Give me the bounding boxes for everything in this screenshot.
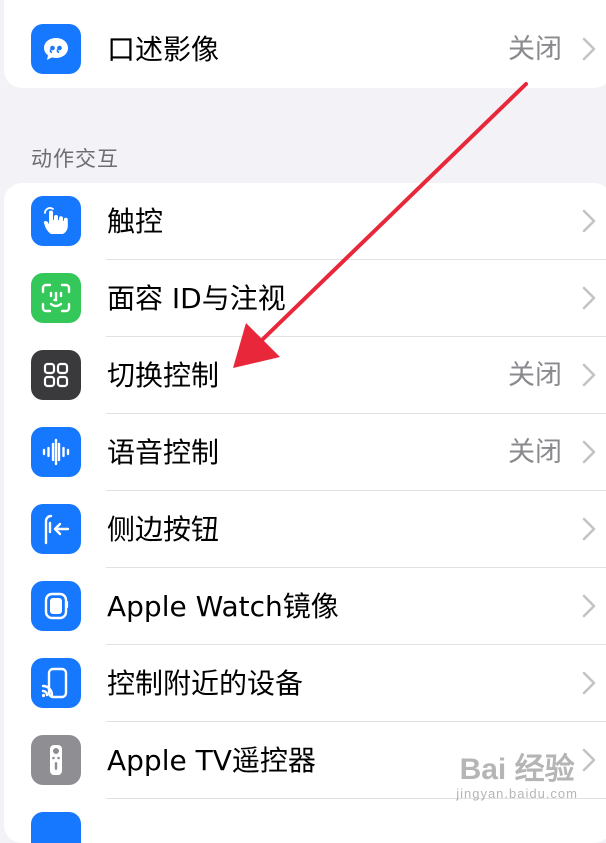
chevron-right-icon [582, 209, 596, 233]
row-value: 关闭 [508, 437, 562, 468]
partial-row-icon [31, 812, 81, 843]
voice-waveform-icon [31, 427, 81, 477]
switch-control-row[interactable]: 切换控制 关闭 [4, 337, 606, 414]
row-label: 控制附近的设备 [107, 667, 304, 700]
apple-watch-mirroring-row[interactable]: Apple Watch镜像 [4, 568, 606, 645]
row-label: Apple Watch镜像 [107, 590, 339, 623]
row-label: 语音控制 [107, 436, 220, 469]
row-label: 口述影像 [107, 33, 220, 66]
voice-control-row[interactable]: 语音控制 关闭 [4, 414, 606, 491]
apple-watch-icon [31, 581, 81, 631]
face-id-row[interactable]: 面容 ID与注视 [4, 260, 606, 337]
settings-group-top: 口述影像 关闭 [4, 0, 606, 88]
side-button-row[interactable]: 侧边按钮 [4, 491, 606, 568]
chevron-right-icon [582, 748, 596, 772]
face-id-icon [31, 273, 81, 323]
chevron-right-icon [582, 517, 596, 541]
side-button-icon [31, 504, 81, 554]
hand-tap-icon [31, 196, 81, 246]
section-header: 动作交互 [31, 147, 119, 171]
touch-row[interactable]: 触控 [4, 183, 606, 260]
settings-group-interaction: 触控 面容 ID与注视 切换控制 关闭 语音控制 关闭 侧边按钮 Apple W… [4, 183, 606, 843]
chevron-right-icon [582, 671, 596, 695]
row-value: 关闭 [508, 34, 562, 65]
watermark-sub: jingyan.baidu.com [456, 786, 578, 801]
row-value: 关闭 [508, 360, 562, 391]
chevron-right-icon [582, 286, 596, 310]
chevron-right-icon [582, 440, 596, 464]
row-label: 触控 [107, 205, 164, 238]
chevron-right-icon [582, 37, 596, 61]
switch-control-grid-icon [31, 350, 81, 400]
nearby-devices-icon [31, 658, 81, 708]
watermark-main: Bai 经验 [459, 753, 575, 786]
row-label: 面容 ID与注视 [107, 282, 286, 315]
row-label: 切换控制 [107, 359, 220, 392]
tv-remote-icon [31, 735, 81, 785]
chevron-right-icon [582, 594, 596, 618]
baidu-watermark: Bai 经验 jingyan.baidu.com [456, 753, 578, 802]
row-label: Apple TV遥控器 [107, 744, 316, 777]
row-label: 侧边按钮 [107, 513, 220, 546]
partial-next-row [4, 799, 606, 843]
control-nearby-devices-row[interactable]: 控制附近的设备 [4, 645, 606, 722]
chevron-right-icon [582, 363, 596, 387]
audio-descriptions-row[interactable]: 口述影像 关闭 [4, 11, 606, 88]
speech-bubble-quote-icon [31, 24, 81, 74]
